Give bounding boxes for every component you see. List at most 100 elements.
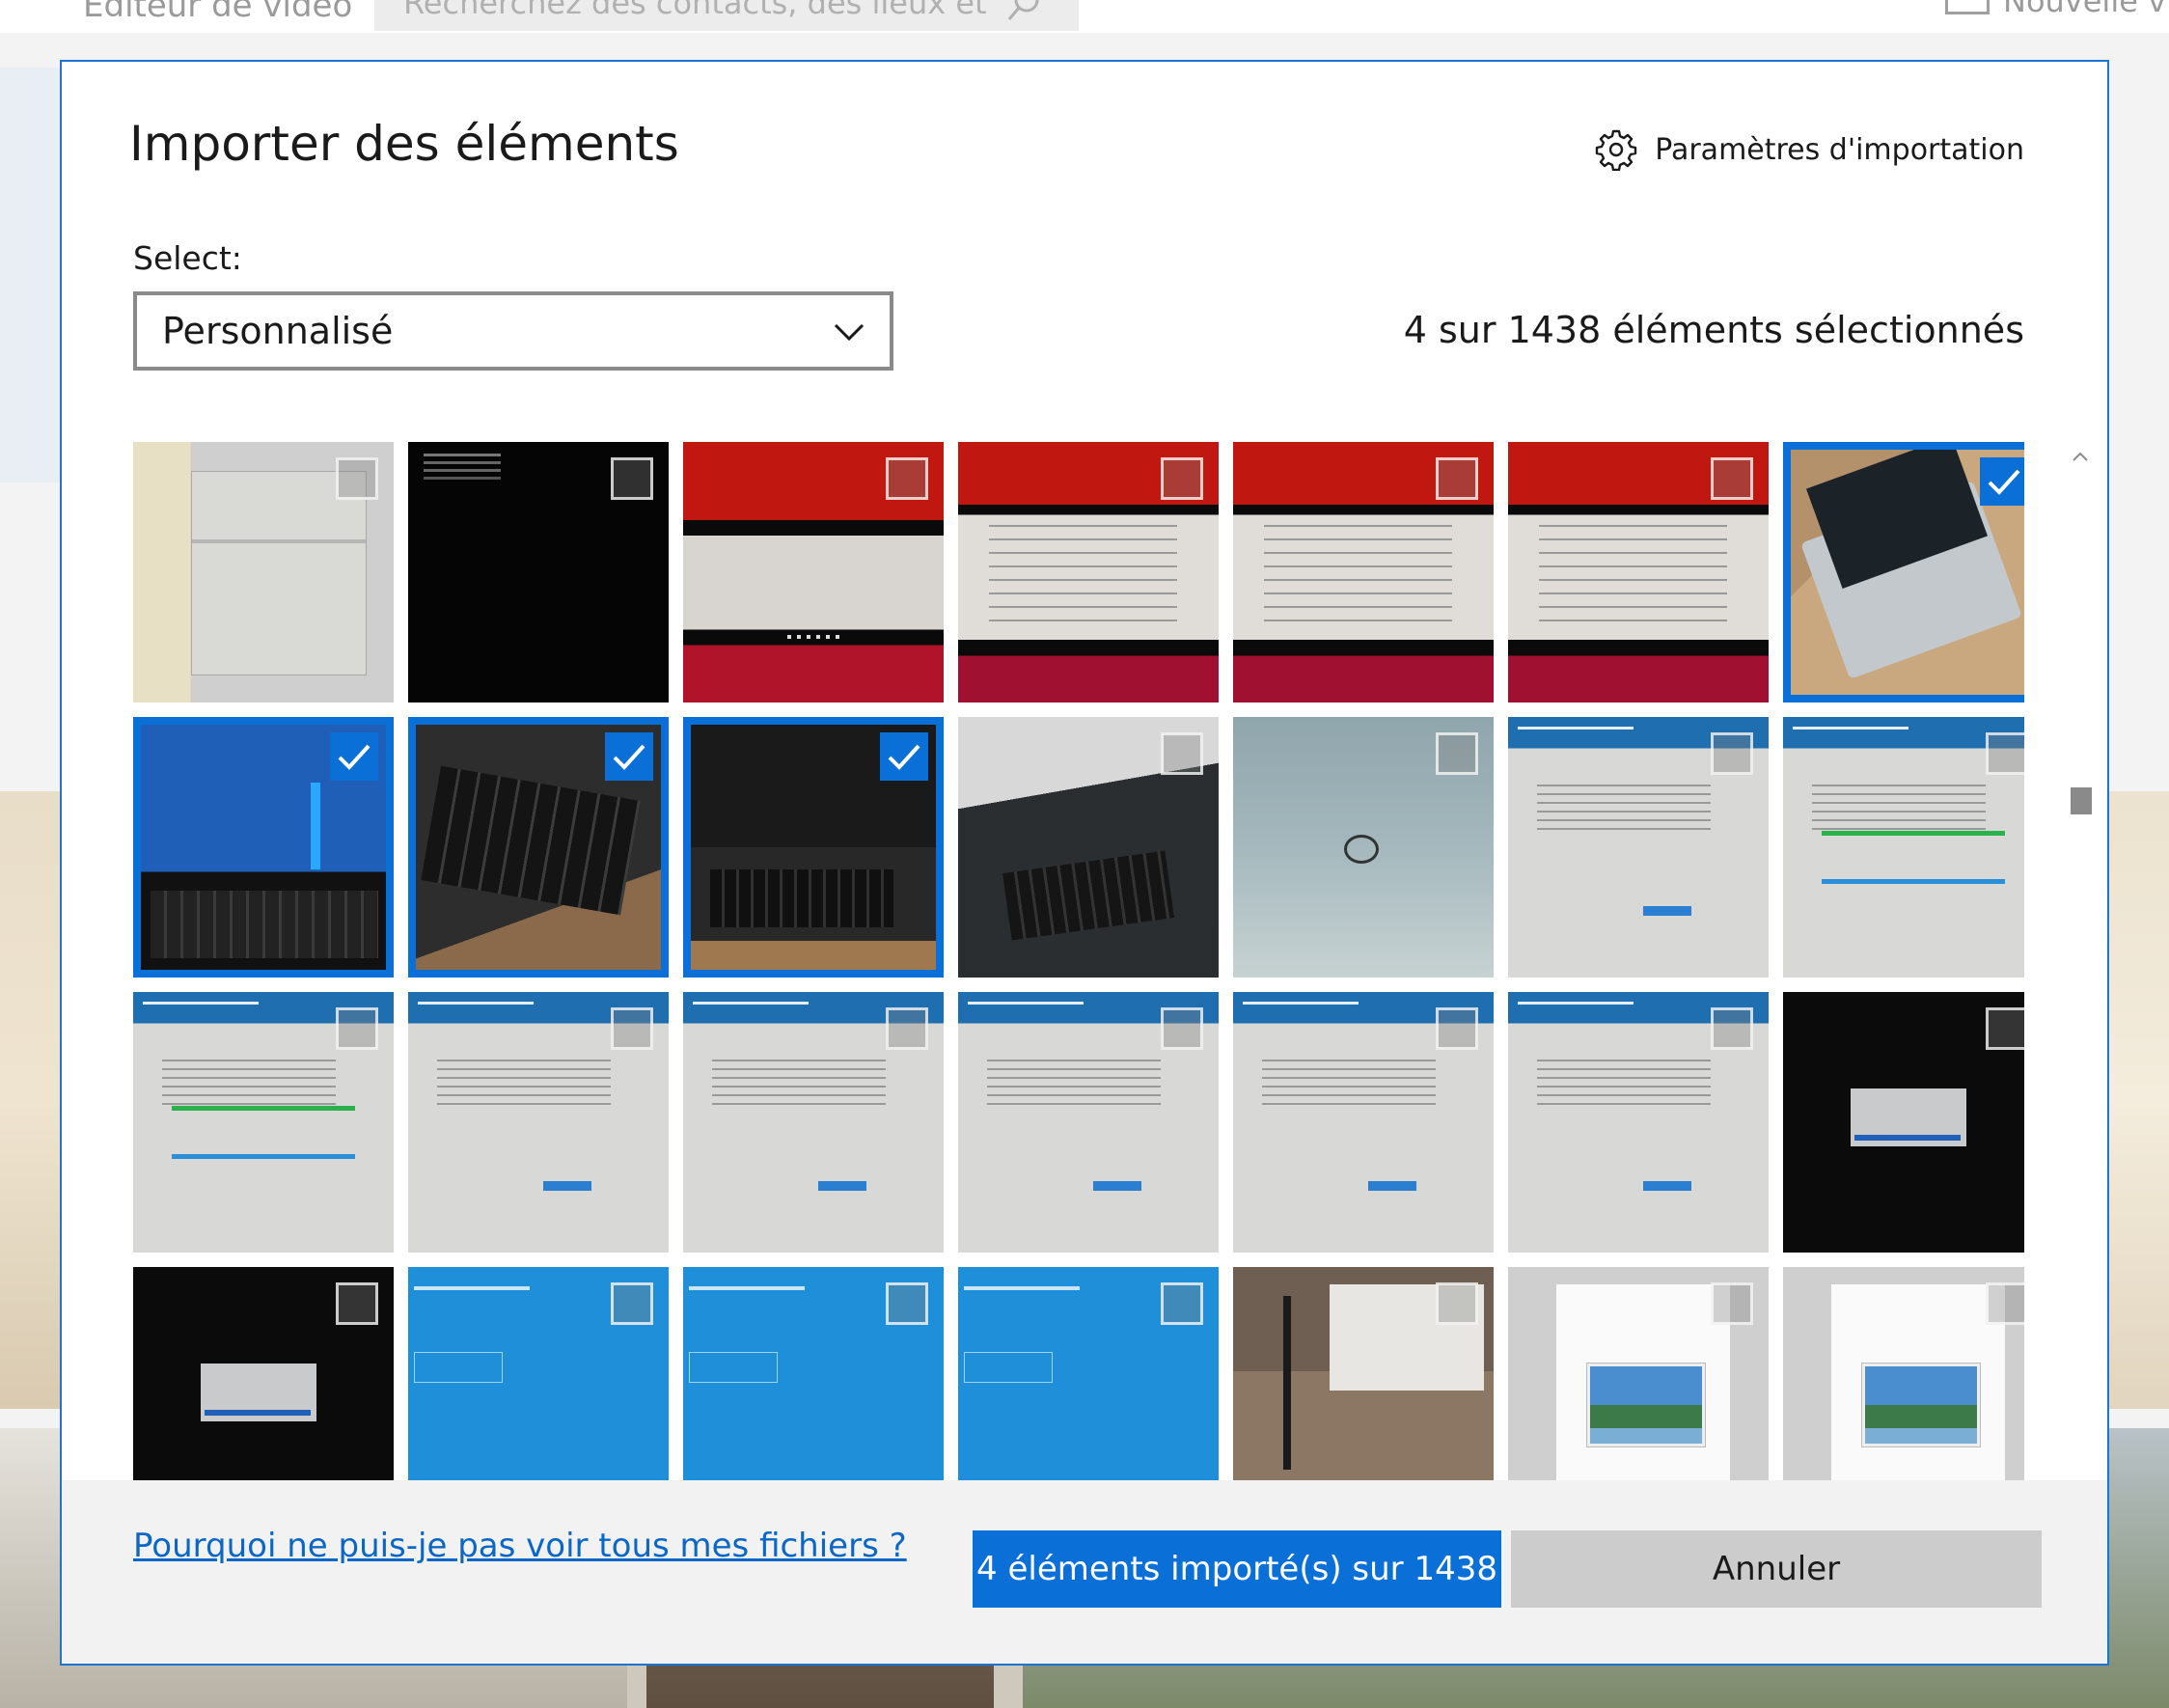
- thumbnail-checkbox[interactable]: [1986, 1282, 2024, 1325]
- gear-icon: [1596, 129, 1637, 171]
- thumbnail-detail: [1264, 525, 1452, 630]
- thumbnail-checkbox[interactable]: [886, 1007, 928, 1050]
- photo-thumbnail[interactable]: [408, 717, 669, 978]
- thumbnail-checkbox-checked[interactable]: [605, 732, 653, 781]
- thumbnail-detail: [1851, 1088, 1966, 1146]
- thumbnail-detail: [414, 1352, 503, 1383]
- chevron-down-icon: [834, 323, 865, 342]
- checkmark-icon: [613, 744, 645, 770]
- thumbnail-detail: [201, 1364, 316, 1421]
- thumbnail-checkbox-checked[interactable]: [880, 732, 928, 781]
- cancel-button[interactable]: Annuler: [1511, 1530, 2042, 1608]
- search-icon: [1007, 0, 1039, 20]
- thumbnail-checkbox[interactable]: [886, 457, 928, 500]
- thumbnail-detail: [1793, 727, 1908, 730]
- thumbnail-detail: [968, 1002, 1084, 1005]
- thumbnail-detail: [1643, 906, 1691, 916]
- thumbnail-checkbox-checked[interactable]: [330, 732, 378, 781]
- thumbnail-checkbox[interactable]: [1711, 1282, 1753, 1325]
- thumbnail-detail: [787, 634, 845, 639]
- thumbnail-detail: [424, 454, 501, 456]
- thumbnail-detail: [151, 891, 378, 958]
- thumbnail-detail: [989, 525, 1177, 630]
- thumbnail-detail: [1862, 1364, 1980, 1446]
- photo-thumbnail[interactable]: [1508, 442, 1769, 702]
- thumbnail-checkbox[interactable]: [1436, 1282, 1478, 1325]
- dialog-title: Importer des éléments: [129, 116, 679, 172]
- photo-thumbnail[interactable]: [408, 442, 669, 702]
- background-new-video-label: Nouvelle vidéo: [2003, 0, 2169, 19]
- thumbnail-checkbox[interactable]: [336, 1007, 378, 1050]
- background-search-placeholder: Recherchez des contacts, des lieux et: [403, 0, 987, 21]
- thumbnail-detail: [689, 1286, 805, 1290]
- vertical-scrollbar[interactable]: [2069, 446, 2092, 1542]
- photo-thumbnail[interactable]: [1233, 992, 1494, 1253]
- photo-thumbnail[interactable]: [958, 717, 1219, 978]
- photo-thumbnail[interactable]: [1783, 992, 2024, 1253]
- photo-thumbnail[interactable]: [1783, 717, 2024, 978]
- thumbnail-checkbox[interactable]: [336, 457, 378, 500]
- photo-thumbnail[interactable]: [683, 442, 944, 702]
- background-app-header: Éditeur de vidéo Recherchez des contacts…: [0, 0, 2169, 33]
- photo-thumbnail[interactable]: [683, 717, 944, 978]
- thumbnail-detail: [1539, 525, 1727, 630]
- photo-thumbnail[interactable]: [1508, 992, 1769, 1253]
- background-side-panel: [0, 68, 62, 482]
- photo-thumbnail[interactable]: [1233, 442, 1494, 702]
- thumbnail-checkbox[interactable]: [1436, 457, 1478, 500]
- photo-thumbnail[interactable]: [1233, 717, 1494, 978]
- selection-count: 4 sur 1438 éléments sélectionnés: [1403, 309, 2024, 351]
- chevron-up-icon[interactable]: [2069, 446, 2092, 469]
- scrollbar-thumb[interactable]: [2071, 787, 2092, 814]
- thumbnail-detail: [689, 1352, 778, 1383]
- photo-thumbnail[interactable]: [133, 442, 394, 702]
- thumbnail-detail: [437, 1060, 611, 1108]
- checkmark-icon: [888, 744, 920, 770]
- thumbnail-checkbox[interactable]: [336, 1282, 378, 1325]
- thumbnail-checkbox[interactable]: [886, 1282, 928, 1325]
- photo-thumbnail[interactable]: [133, 717, 394, 978]
- thumbnail-detail: [543, 1181, 591, 1191]
- thumbnail-detail: [172, 1154, 355, 1159]
- photo-thumbnail[interactable]: [1508, 717, 1769, 978]
- thumbnail-detail: [418, 1002, 534, 1005]
- photo-thumbnail[interactable]: [133, 992, 394, 1253]
- thumbnail-detail: [414, 1286, 530, 1290]
- thumbnail-checkbox[interactable]: [1711, 457, 1753, 500]
- thumbnail-checkbox[interactable]: [611, 457, 653, 500]
- thumbnail-checkbox[interactable]: [1711, 732, 1753, 775]
- thumbnail-checkbox[interactable]: [611, 1007, 653, 1050]
- thumbnail-checkbox[interactable]: [611, 1282, 653, 1325]
- thumbnail-detail: [1643, 1181, 1691, 1191]
- thumbnail-checkbox[interactable]: [1161, 457, 1203, 500]
- thumbnail-detail: [693, 1002, 809, 1005]
- thumbnail-checkbox[interactable]: [1436, 1007, 1478, 1050]
- import-settings-button[interactable]: Paramètres d'importation: [1595, 125, 2024, 174]
- selection-dropdown[interactable]: Personnalisé: [133, 291, 893, 371]
- photo-thumbnail[interactable]: [1783, 442, 2024, 702]
- thumbnail-detail: [192, 539, 366, 543]
- thumbnail-detail: [311, 783, 320, 869]
- background-photo-strip-left: [0, 791, 62, 1409]
- thumbnail-checkbox[interactable]: [1161, 1007, 1203, 1050]
- thumbnail-checkbox[interactable]: [1436, 732, 1478, 775]
- import-button[interactable]: 4 éléments importé(s) sur 1438: [973, 1530, 1501, 1608]
- thumbnail-checkbox[interactable]: [1986, 732, 2024, 775]
- thumbnail-detail: [1262, 1060, 1436, 1108]
- thumbnail-checkbox[interactable]: [1161, 732, 1203, 775]
- photo-thumbnail[interactable]: [958, 992, 1219, 1253]
- thumbnail-detail: [691, 941, 936, 970]
- thumbnail-detail: [1587, 1364, 1705, 1446]
- thumbnail-checkbox[interactable]: [1986, 1007, 2024, 1050]
- thumbnail-checkbox[interactable]: [1711, 1007, 1753, 1050]
- new-video-icon: [1945, 0, 1990, 14]
- why-cant-see-files-link[interactable]: Pourquoi ne puis-je pas voir tous mes fi…: [133, 1527, 907, 1565]
- photo-thumbnail[interactable]: [958, 442, 1219, 702]
- thumbnail-detail: [1854, 1135, 1961, 1141]
- import-dialog: Importer des éléments Paramètres d'impor…: [60, 60, 2109, 1666]
- thumbnail-checkbox[interactable]: [1161, 1282, 1203, 1325]
- photo-thumbnail[interactable]: [408, 992, 669, 1253]
- thumbnail-detail: [1518, 727, 1634, 730]
- photo-thumbnail[interactable]: [683, 992, 944, 1253]
- thumbnail-checkbox-checked[interactable]: [1980, 457, 2024, 506]
